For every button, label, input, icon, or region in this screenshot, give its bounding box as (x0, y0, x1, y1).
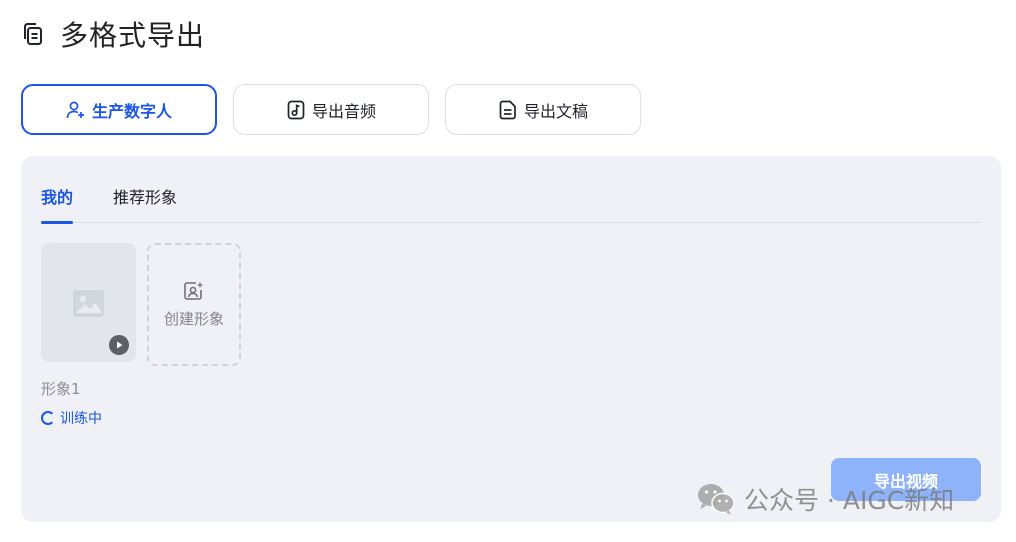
tab-mine[interactable]: 我的 (41, 178, 74, 224)
watermark: 公众号 · AIGC新知 (696, 481, 954, 517)
create-avatar-label: 创建形象 (163, 310, 224, 328)
tab-export-audio[interactable]: 导出音频 (233, 84, 429, 135)
training-status: 训练中 (41, 408, 102, 428)
avatar-name: 形象1 (41, 380, 81, 398)
avatar-panel: 我的 推荐形象 创建形象 形象1 训练中 导出视频 (21, 156, 1001, 522)
loading-spinner-icon (41, 411, 55, 425)
play-icon[interactable] (109, 335, 129, 355)
page-header: 多格式导出 (20, 14, 205, 54)
document-icon (498, 100, 518, 120)
wechat-icon (696, 482, 736, 516)
export-mode-tabs: 生产数字人 导出音频 导出文稿 (21, 84, 641, 135)
avatar-card[interactable] (41, 243, 136, 362)
music-file-icon (286, 100, 306, 120)
tab-produce-digital-human[interactable]: 生产数字人 (21, 84, 217, 135)
tab-label: 导出文稿 (523, 101, 588, 121)
add-portrait-icon (183, 280, 205, 302)
watermark-text: 公众号 · AIGC新知 (744, 486, 955, 515)
tab-export-script[interactable]: 导出文稿 (445, 84, 641, 135)
tab-recommended-avatars[interactable]: 推荐形象 (113, 178, 177, 223)
copy-icon (20, 21, 46, 47)
avatar-sub-tabs: 我的 推荐形象 (41, 178, 981, 224)
tab-label: 导出音频 (311, 101, 376, 121)
tab-label: 生产数字人 (91, 101, 172, 121)
create-avatar-button[interactable]: 创建形象 (147, 243, 241, 366)
status-label: 训练中 (60, 411, 102, 427)
page-title: 多格式导出 (60, 19, 206, 52)
user-plus-icon (66, 100, 86, 120)
image-placeholder-icon (73, 290, 104, 317)
